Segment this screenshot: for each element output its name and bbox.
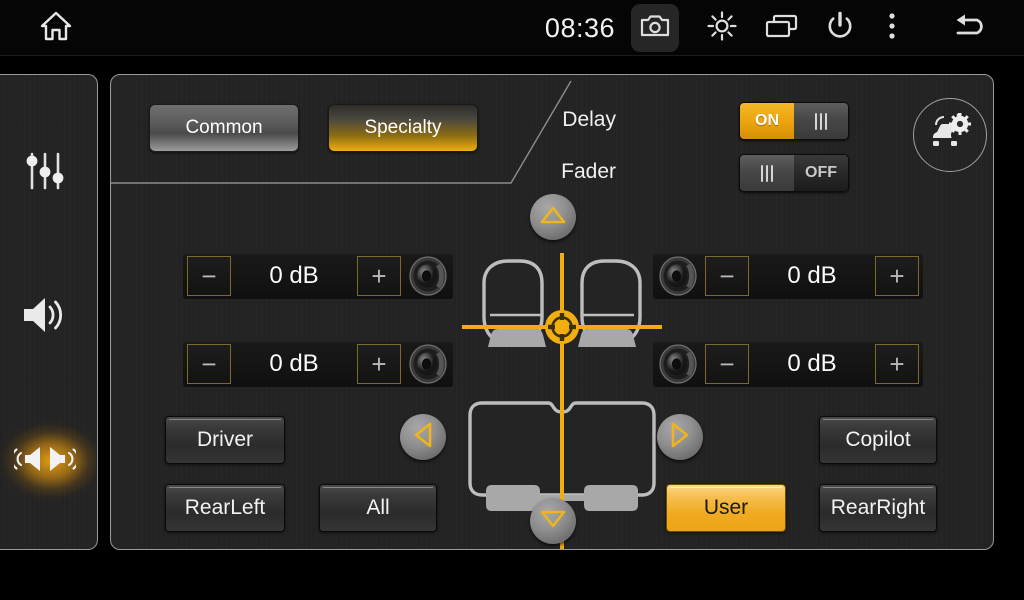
dual-speaker-balance-icon	[10, 439, 80, 484]
rear-right-value: 0 dB	[787, 350, 837, 377]
home-button[interactable]	[28, 8, 84, 48]
sidebar-item-volume[interactable]	[0, 265, 96, 369]
delay-label: Delay	[562, 108, 616, 131]
fader-label: Fader	[561, 160, 616, 183]
rear-right-plus-button[interactable]: +	[875, 344, 919, 384]
delay-toggle-state: ON	[740, 103, 794, 139]
move-up-button[interactable]	[530, 194, 576, 240]
car-gear-icon	[927, 111, 973, 158]
front-left-plus-button[interactable]: +	[357, 256, 401, 296]
preset-rearleft-label: RearLeft	[184, 496, 266, 519]
sidebar	[0, 74, 98, 550]
car-settings-button[interactable]	[913, 98, 987, 172]
down-arrow-icon	[540, 509, 566, 534]
fader-toggle-handle	[740, 155, 794, 191]
preset-copilot-button[interactable]: Copilot	[819, 416, 937, 464]
equalizer-sliders-icon	[22, 149, 68, 198]
level-row-front-right: − 0 dB +	[653, 253, 923, 299]
power-icon	[825, 11, 855, 46]
preset-all-button[interactable]: All	[319, 484, 437, 532]
recent-apps-icon	[765, 13, 799, 44]
front-left-speaker-icon	[405, 253, 453, 299]
screenshot-button[interactable]	[631, 4, 679, 52]
preset-rearleft-button[interactable]: RearLeft	[165, 484, 285, 532]
preset-rearright-label: RearRight	[830, 496, 926, 519]
clock: 08:36	[544, 12, 615, 43]
home-icon	[40, 11, 72, 46]
overflow-menu-button[interactable]	[868, 4, 916, 52]
back-arrow-icon	[950, 12, 990, 45]
level-row-rear-right: − 0 dB +	[653, 341, 923, 387]
rear-left-minus-button[interactable]: −	[187, 344, 231, 384]
move-left-button[interactable]	[400, 414, 446, 460]
front-left-minus-button[interactable]: −	[187, 256, 231, 296]
move-right-button[interactable]	[657, 414, 703, 460]
front-right-plus-button[interactable]: +	[875, 256, 919, 296]
recent-apps-button[interactable]	[758, 4, 806, 52]
audio-settings-panel: Common Specialty Delay ON Fader OFF − 0 …	[110, 74, 994, 550]
brightness-icon	[707, 10, 737, 46]
grip-lines-icon	[761, 164, 773, 182]
brightness-button[interactable]	[698, 4, 746, 52]
preset-all-label: All	[366, 496, 390, 519]
preset-driver-button[interactable]: Driver	[165, 416, 285, 464]
camera-icon	[640, 13, 670, 44]
tab-specialty[interactable]: Specialty	[328, 104, 478, 152]
fader-toggle[interactable]: OFF	[739, 154, 849, 192]
speaker-volume-icon	[20, 293, 70, 342]
listening-position-target	[545, 310, 579, 344]
more-vertical-icon	[888, 12, 896, 45]
up-arrow-icon	[540, 205, 566, 230]
sidebar-item-equalizer[interactable]	[0, 121, 96, 225]
tab-specialty-label: Specialty	[364, 117, 442, 138]
tab-common-label: Common	[185, 117, 263, 138]
power-button[interactable]	[816, 4, 864, 52]
preset-user-button[interactable]: User	[666, 484, 786, 532]
tab-common[interactable]: Common	[149, 104, 299, 152]
delay-toggle-handle	[794, 103, 848, 139]
preset-user-label: User	[703, 496, 749, 519]
fader-toggle-state: OFF	[794, 155, 848, 191]
delay-toggle[interactable]: ON	[739, 102, 849, 140]
back-button[interactable]	[946, 4, 994, 52]
preset-copilot-label: Copilot	[845, 428, 911, 451]
move-down-button[interactable]	[530, 498, 576, 544]
preset-rearright-button[interactable]: RearRight	[819, 484, 937, 532]
front-left-value: 0 dB	[269, 262, 319, 289]
rear-left-value: 0 dB	[269, 350, 319, 377]
sidebar-item-balance[interactable]	[0, 409, 96, 513]
front-right-minus-button[interactable]: −	[705, 256, 749, 296]
status-bar: 08:36	[0, 0, 1024, 56]
rear-right-minus-button[interactable]: −	[705, 344, 749, 384]
left-arrow-icon	[413, 422, 433, 453]
rear-left-plus-button[interactable]: +	[357, 344, 401, 384]
grip-lines-icon	[815, 112, 827, 130]
preset-driver-label: Driver	[197, 428, 253, 451]
level-row-rear-left: − 0 dB +	[183, 341, 453, 387]
right-arrow-icon	[670, 422, 690, 453]
level-row-front-left: − 0 dB +	[183, 253, 453, 299]
rear-left-speaker-icon	[405, 341, 453, 387]
front-right-value: 0 dB	[787, 262, 837, 289]
